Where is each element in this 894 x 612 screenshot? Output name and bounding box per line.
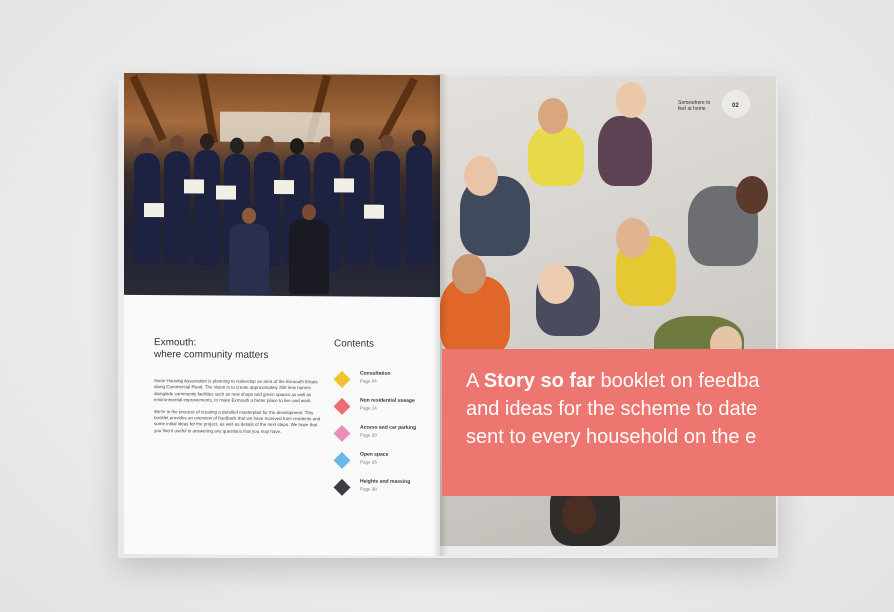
diamond-icon bbox=[333, 370, 351, 388]
callout-part-1: A bbox=[466, 370, 484, 392]
person-body bbox=[598, 116, 652, 186]
contents-item-label: Open space bbox=[360, 451, 389, 458]
page-title: Exmouth: where community matters bbox=[154, 337, 324, 362]
contents-list: Consultation Page 04 Non residential use… bbox=[332, 370, 432, 506]
diamond-icon bbox=[333, 478, 351, 496]
head bbox=[350, 138, 364, 155]
section-tag: Somewhere to feel at home bbox=[678, 100, 718, 112]
face bbox=[616, 82, 646, 118]
head bbox=[290, 138, 304, 155]
section-tag-line-2: feel at home bbox=[678, 106, 706, 112]
diamond-icon bbox=[333, 451, 351, 469]
contents-item: Heights and massing Page 38 bbox=[332, 478, 432, 506]
group-photo bbox=[124, 72, 440, 298]
intro-paragraph-2: We're in the process of creating a detai… bbox=[154, 408, 321, 434]
contents-item-page: Page 14 bbox=[360, 405, 377, 411]
certificate bbox=[334, 178, 354, 193]
person bbox=[194, 149, 220, 266]
head bbox=[260, 135, 274, 152]
contents-item: Open space Page 26 bbox=[332, 451, 432, 479]
face bbox=[452, 254, 486, 294]
face bbox=[616, 218, 650, 258]
contents-heading: Contents bbox=[334, 338, 375, 350]
callout-text: A Story so far booklet on feedba and ide… bbox=[466, 367, 894, 451]
diamond-icon bbox=[333, 397, 351, 415]
head bbox=[320, 136, 334, 153]
contents-item-page: Page 38 bbox=[360, 486, 377, 492]
callout-line-2: and ideas for the scheme to date bbox=[466, 398, 758, 420]
callout-box: A Story so far booklet on feedba and ide… bbox=[442, 349, 894, 496]
callout-line-3: sent to every household on the e bbox=[466, 426, 757, 448]
face bbox=[538, 98, 568, 134]
page-number: 02 bbox=[732, 103, 739, 109]
head bbox=[380, 134, 394, 151]
callout-bold: Story so far bbox=[483, 370, 595, 392]
head bbox=[170, 135, 184, 152]
head bbox=[230, 137, 244, 154]
left-page: Exmouth: where community matters Swan Ho… bbox=[124, 72, 440, 557]
certificate bbox=[144, 203, 164, 218]
person bbox=[164, 151, 190, 264]
face bbox=[464, 156, 498, 196]
face bbox=[562, 494, 596, 534]
certificate bbox=[184, 179, 204, 194]
contents-item-page: Page 26 bbox=[360, 459, 377, 465]
head bbox=[302, 204, 316, 221]
head bbox=[140, 137, 154, 154]
contents-item-page: Page 04 bbox=[360, 378, 377, 384]
title-line-2: where community matters bbox=[154, 349, 269, 361]
callout-part-2: booklet on feedba bbox=[594, 370, 760, 392]
callout-line-1: A Story so far booklet on feedba bbox=[466, 367, 894, 395]
contents-item-label: Non residential useage bbox=[360, 397, 415, 404]
contents-item: Non residential useage Page 14 bbox=[332, 397, 432, 425]
head bbox=[412, 129, 426, 147]
contents-item-label: Access and car parking bbox=[360, 424, 417, 431]
person-body bbox=[528, 126, 584, 186]
person-kneeling bbox=[229, 223, 269, 294]
face bbox=[736, 176, 768, 214]
contents-item-label: Consultation bbox=[360, 370, 391, 377]
certificate bbox=[274, 179, 294, 195]
contents-item: Access and car parking Page 20 bbox=[332, 424, 432, 452]
head bbox=[242, 207, 256, 224]
person bbox=[406, 144, 432, 266]
contents-item-page: Page 20 bbox=[360, 432, 377, 438]
ceiling-beam bbox=[129, 74, 167, 142]
intro-paragraph-1: Swan Housing Association is planning to … bbox=[154, 378, 318, 404]
ceiling-beam bbox=[378, 77, 418, 143]
head bbox=[200, 133, 214, 150]
certificate bbox=[364, 204, 384, 219]
intro-text: Swan Housing Association is planning to … bbox=[154, 378, 324, 440]
contents-item-label: Heights and massing bbox=[360, 478, 411, 485]
contents-item: Consultation Page 04 bbox=[332, 370, 432, 398]
diamond-icon bbox=[333, 424, 351, 442]
certificate bbox=[216, 185, 236, 200]
face bbox=[538, 264, 574, 304]
person-kneeling bbox=[289, 219, 329, 295]
